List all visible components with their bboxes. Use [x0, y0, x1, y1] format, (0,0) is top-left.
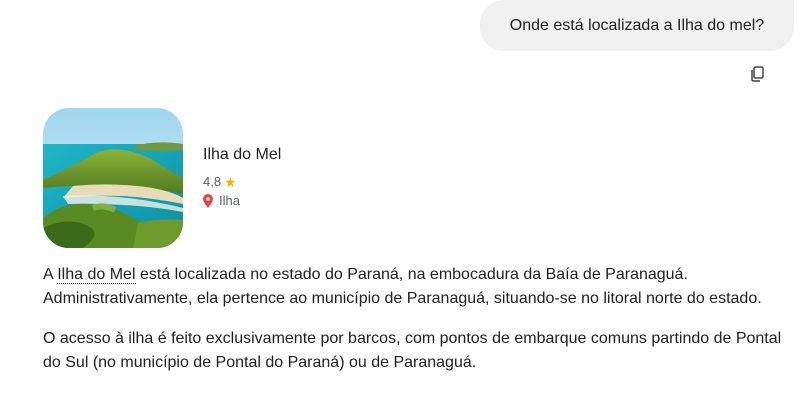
place-photo[interactable] — [43, 108, 183, 248]
answer-text-segment: A — [43, 266, 58, 283]
answer-paragraph-1: A Ilha do Mel está localizada no estado … — [43, 263, 783, 311]
place-info: Ilha do Mel 4,8 ★ Ilha — [203, 146, 281, 208]
place-type-label: Ilha — [219, 193, 240, 208]
place-rating: 4,8 ★ — [203, 174, 281, 189]
map-pin-icon — [203, 193, 213, 208]
answer-text-segment: está localizada no estado do Paraná, na … — [43, 266, 762, 307]
user-message-bubble: Onde está localizada a Ilha do mel? — [480, 0, 794, 51]
place-type: Ilha — [203, 193, 281, 208]
user-message-text: Onde está localizada a Ilha do mel? — [509, 16, 765, 34]
answer-text: A Ilha do Mel está localizada no estado … — [43, 263, 783, 391]
copy-button[interactable] — [748, 64, 766, 84]
place-card[interactable]: Ilha do Mel 4,8 ★ Ilha — [43, 108, 281, 248]
answer-paragraph-2: O acesso à ilha é feito exclusivamente p… — [43, 330, 782, 371]
place-name[interactable]: Ilha do Mel — [203, 146, 281, 164]
place-link[interactable]: Ilha do Mel — [57, 266, 136, 284]
star-icon: ★ — [224, 173, 237, 190]
copy-icon — [751, 66, 764, 82]
rating-value: 4,8 — [203, 174, 222, 189]
